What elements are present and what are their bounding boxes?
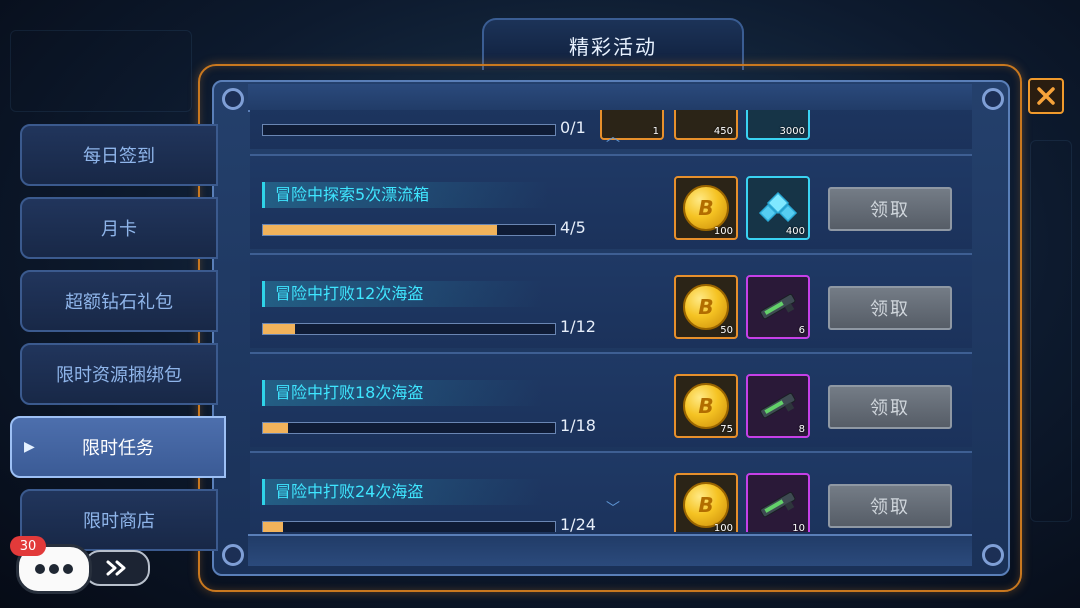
reward-qty: 8 bbox=[798, 424, 805, 435]
reward-qty: 75 bbox=[720, 424, 733, 435]
reward-coin[interactable]: B 50 bbox=[674, 275, 738, 339]
fast-forward-icon bbox=[106, 560, 126, 576]
progress-fill bbox=[263, 225, 497, 235]
crystal-icon bbox=[758, 191, 798, 223]
sidebar-item-daily-signin[interactable]: 每日签到 bbox=[20, 124, 218, 186]
coin-icon: B bbox=[683, 185, 729, 231]
progress-bar bbox=[262, 124, 556, 136]
panel-bottom-rail bbox=[248, 534, 972, 566]
chevron-down-icon[interactable]: ﹀ bbox=[606, 498, 620, 518]
progress-text: 1/18 bbox=[560, 416, 596, 435]
reward-qty: 400 bbox=[785, 226, 805, 237]
sidebar-item-limited-tasks[interactable]: ▶ 限时任务 bbox=[10, 416, 226, 478]
coin-icon: B bbox=[683, 383, 729, 429]
panel-top-rail bbox=[248, 84, 972, 112]
sidebar-item-limited-shop[interactable]: 限时商店 bbox=[20, 489, 218, 551]
progress-bar bbox=[262, 224, 556, 236]
coin-icon: B bbox=[683, 482, 729, 528]
progress-bar bbox=[262, 323, 556, 335]
progress-bar bbox=[262, 521, 556, 532]
progress-fill bbox=[263, 324, 296, 334]
reward-qty: 3000 bbox=[779, 126, 805, 137]
sidebar-item-label: 限时商店 bbox=[83, 511, 155, 532]
task-name: 冒险中打败12次海盗 bbox=[262, 281, 544, 307]
page-title-text: 精彩活动 bbox=[569, 34, 657, 59]
task-row: 冒险中打败18次海盗 1/18 B 75 8 领取 bbox=[250, 352, 972, 447]
progress-text: 4/5 bbox=[560, 218, 586, 237]
chat-unread-badge: 30 bbox=[10, 536, 46, 556]
reward-crystal[interactable]: 400 bbox=[746, 176, 810, 240]
progress-fill bbox=[263, 522, 284, 532]
claim-button[interactable]: 领取 bbox=[828, 484, 952, 528]
reward-coin[interactable]: B 75 bbox=[674, 374, 738, 438]
reward-coin[interactable]: B 100 bbox=[674, 176, 738, 240]
background-panel-right bbox=[1030, 140, 1072, 522]
progress-bar bbox=[262, 422, 556, 434]
reward-gun[interactable]: 10 bbox=[746, 473, 810, 532]
sidebar-item-label: 限时任务 bbox=[82, 438, 154, 459]
reward-coin[interactable]: B 100 bbox=[674, 473, 738, 532]
sidebar-item-label: 限时资源捆绑包 bbox=[56, 365, 182, 386]
task-list[interactable]: 0/1 1 450 3000 ︿ 冒险中探索5次漂流箱 4/5 B 100 40… bbox=[250, 110, 972, 532]
reward-qty: 10 bbox=[792, 523, 805, 532]
task-name: 冒险中探索5次漂流箱 bbox=[262, 182, 550, 208]
corner-bolt-icon bbox=[222, 544, 244, 566]
progress-text: 0/1 bbox=[560, 118, 586, 137]
reward-crystal[interactable]: 3000 bbox=[746, 110, 810, 140]
task-row: 冒险中打败12次海盗 1/12 B 50 6 领取 bbox=[250, 253, 972, 348]
chevron-right-icon: ▶ bbox=[24, 439, 35, 455]
chat-expand-button[interactable] bbox=[84, 550, 150, 586]
close-button[interactable] bbox=[1028, 78, 1064, 114]
corner-bolt-icon bbox=[222, 88, 244, 110]
sidebar-item-label: 每日签到 bbox=[83, 146, 155, 167]
sidebar-item-label: 月卡 bbox=[101, 219, 137, 240]
task-row: 冒险中打败24次海盗 1/24 B 100 10 领取 bbox=[250, 451, 972, 532]
gun-icon bbox=[760, 392, 796, 419]
reward-qty: 450 bbox=[713, 126, 733, 137]
claim-button[interactable]: 领取 bbox=[828, 286, 952, 330]
reward-qty: 100 bbox=[713, 226, 733, 237]
coin-icon: B bbox=[683, 284, 729, 330]
reward-gun[interactable]: 8 bbox=[746, 374, 810, 438]
corner-bolt-icon bbox=[982, 88, 1004, 110]
sidebar-item-diamond-pack[interactable]: 超额钻石礼包 bbox=[20, 270, 218, 332]
task-name: 冒险中打败24次海盗 bbox=[262, 479, 544, 505]
chevron-up-icon[interactable]: ︿ bbox=[606, 126, 620, 146]
background-panel-left bbox=[10, 30, 192, 112]
corner-bolt-icon bbox=[982, 544, 1004, 566]
sidebar-item-label: 超额钻石礼包 bbox=[65, 292, 173, 313]
close-icon bbox=[1037, 87, 1055, 105]
gun-icon bbox=[760, 491, 796, 518]
sidebar-item-monthly-card[interactable]: 月卡 bbox=[20, 197, 218, 259]
reward-qty: 100 bbox=[713, 523, 733, 532]
progress-fill bbox=[263, 423, 288, 433]
task-name: 冒险中打败18次海盗 bbox=[262, 380, 544, 406]
sidebar-item-resource-bundle[interactable]: 限时资源捆绑包 bbox=[20, 343, 218, 405]
page-title: 精彩活动 bbox=[482, 18, 744, 70]
reward-gun[interactable]: 6 bbox=[746, 275, 810, 339]
task-row: 冒险中探索5次漂流箱 4/5 B 100 400 领取 bbox=[250, 154, 972, 249]
progress-text: 1/12 bbox=[560, 317, 596, 336]
chat-icon bbox=[35, 564, 73, 574]
reward-qty: 50 bbox=[720, 325, 733, 336]
reward-coin[interactable]: 450 bbox=[674, 110, 738, 140]
reward-qty: 6 bbox=[798, 325, 805, 336]
gun-icon bbox=[760, 293, 796, 320]
claim-button[interactable]: 领取 bbox=[828, 385, 952, 429]
claim-button[interactable]: 领取 bbox=[828, 187, 952, 231]
progress-text: 1/24 bbox=[560, 515, 596, 532]
reward-qty: 1 bbox=[652, 126, 659, 137]
